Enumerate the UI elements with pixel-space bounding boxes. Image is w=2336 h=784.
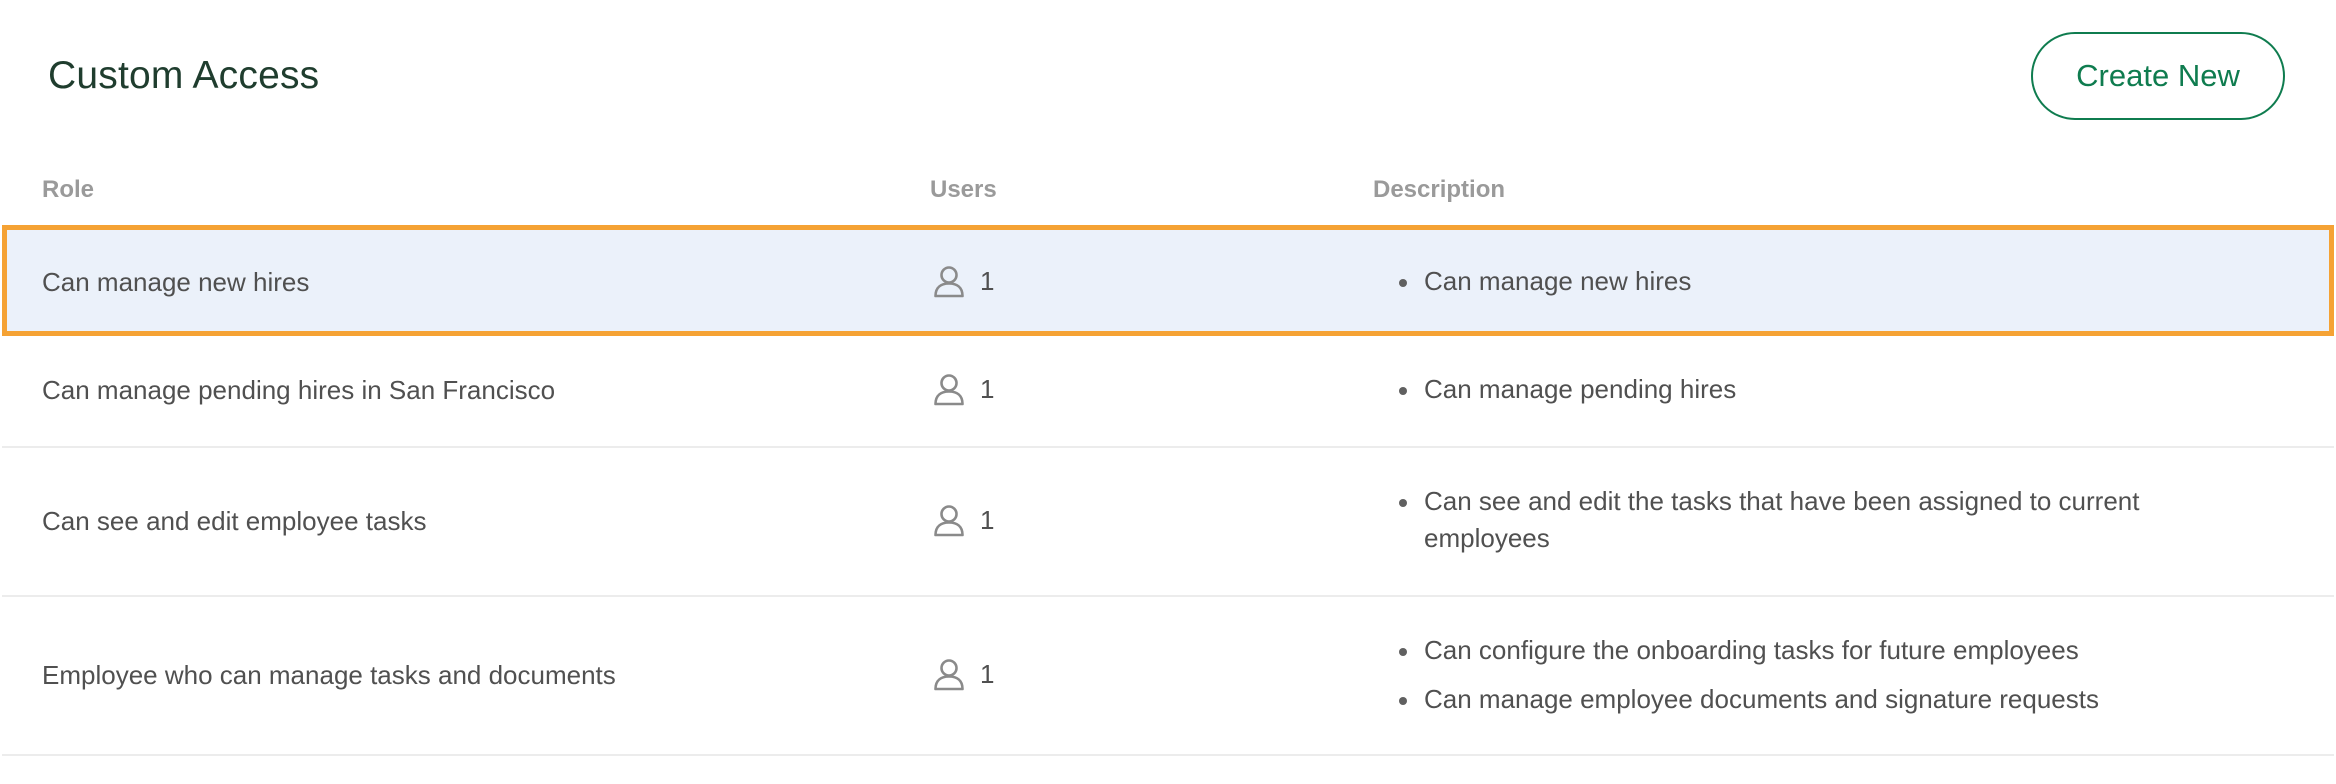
description-list: Can see and edit the tasks that have bee… (1397, 483, 2217, 557)
role-name[interactable]: Can manage pending hires in San Francisc… (42, 375, 555, 406)
table-row[interactable]: Can see and edit employee tasks 1 Can se… (2, 448, 2334, 597)
description-item: Can manage employee documents and signat… (1397, 681, 2217, 718)
users-count-value: 1 (980, 504, 995, 535)
user-icon (934, 505, 964, 537)
page-header: Custom Access Create New (0, 0, 2336, 150)
create-new-button[interactable]: Create New (2031, 32, 2285, 120)
role-name[interactable]: Can manage new hires (42, 267, 309, 298)
role-name[interactable]: Employee who can manage tasks and docume… (42, 660, 616, 691)
description-list: Can manage pending hires (1397, 371, 2217, 408)
users-count: 1 (932, 657, 994, 691)
users-count: 1 (932, 503, 994, 537)
users-count: 1 (932, 264, 994, 298)
description-item: Can manage pending hires (1397, 371, 2217, 408)
column-header-description[interactable]: Description (1373, 176, 1505, 204)
user-icon (934, 266, 964, 298)
role-name[interactable]: Can see and edit employee tasks (42, 506, 426, 537)
table-row[interactable]: Can manage new hires 1 Can manage new hi… (2, 225, 2334, 336)
column-header-role[interactable]: Role (42, 176, 94, 204)
user-icon (934, 374, 964, 406)
description-list: Can configure the onboarding tasks for f… (1397, 632, 2217, 718)
description-item: Can configure the onboarding tasks for f… (1397, 632, 2217, 669)
users-count-value: 1 (980, 265, 995, 296)
users-count: 1 (932, 372, 994, 406)
column-header-users[interactable]: Users (930, 176, 997, 204)
page-title: Custom Access (48, 54, 320, 97)
description-item: Can see and edit the tasks that have bee… (1397, 483, 2217, 557)
users-count-value: 1 (980, 373, 995, 404)
table-row[interactable]: Can manage pending hires in San Francisc… (2, 336, 2334, 448)
description-list: Can manage new hires (1397, 263, 2217, 300)
users-count-value: 1 (980, 658, 995, 689)
description-item: Can manage new hires (1397, 263, 2217, 300)
table-row[interactable]: Employee who can manage tasks and docume… (2, 597, 2334, 756)
user-icon (934, 659, 964, 691)
